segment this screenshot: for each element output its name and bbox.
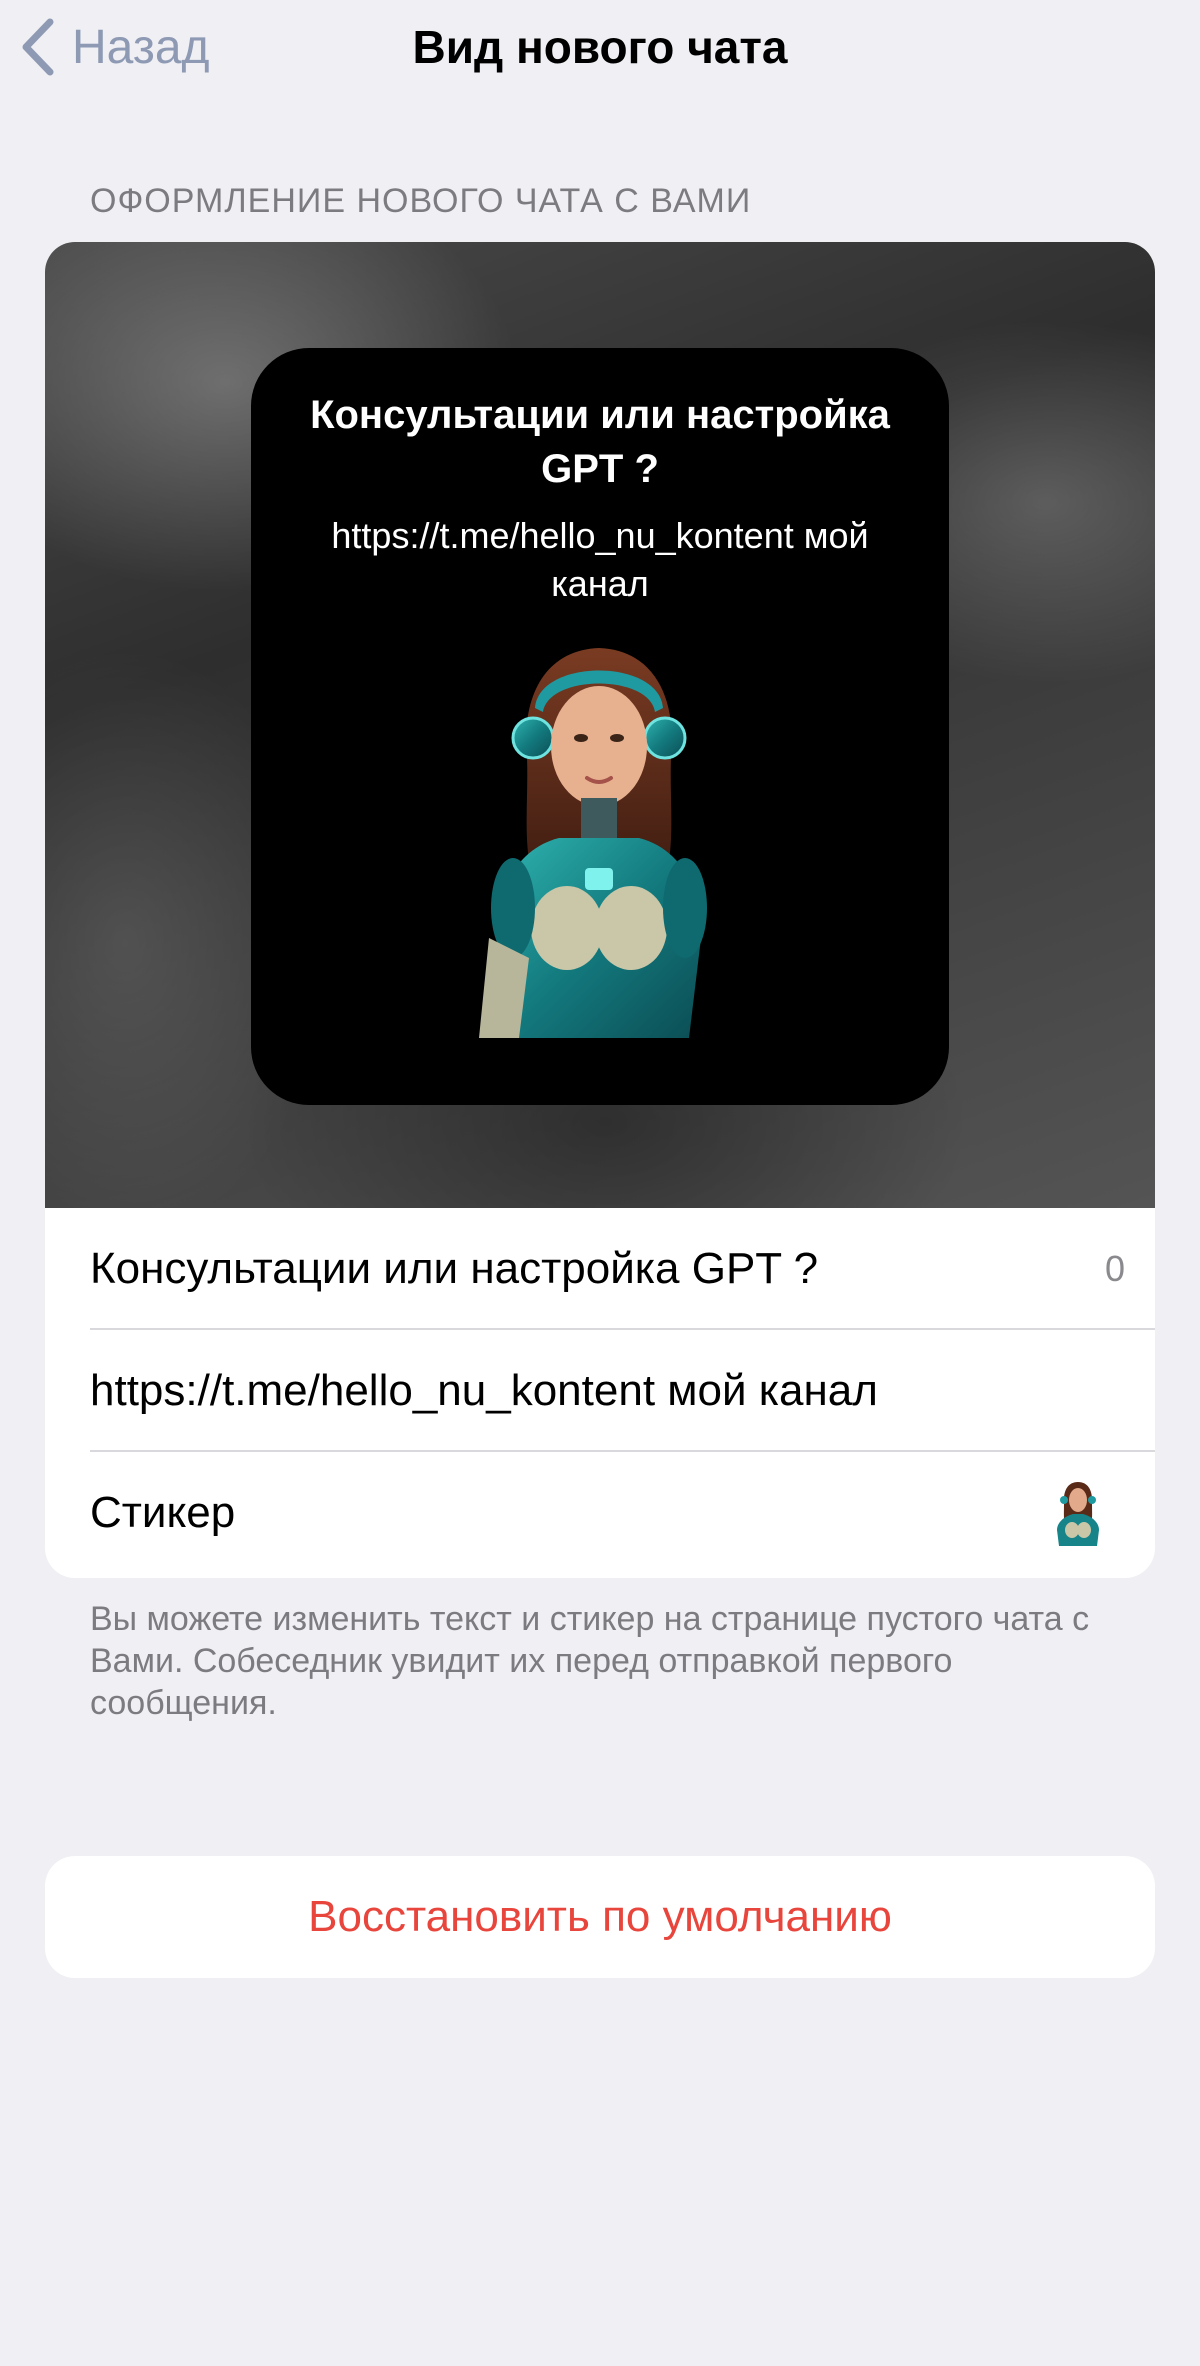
preview-bubble: Консультации или настройка GPT ? https:/… (251, 348, 949, 1105)
text-input[interactable]: https://t.me/hello_nu_kontent мой канал (90, 1330, 878, 1452)
page-title: Вид нового чата (412, 21, 788, 73)
chat-preview: Консультации или настройка GPT ? https:/… (45, 242, 1155, 1208)
footer-note: Вы можете изменить текст и стикер на стр… (90, 1600, 1090, 1722)
preview-title: Консультации или настройка GPT ? (310, 393, 890, 491)
text-field-row[interactable]: https://t.me/hello_nu_kontent мой канал (45, 1330, 1155, 1452)
sticker-thumbnail-icon[interactable] (1051, 1480, 1105, 1546)
sticker-row[interactable]: Стикер (45, 1452, 1155, 1574)
navigation-bar: Назад Вид нового чата (0, 0, 1200, 96)
title-field-row[interactable]: Консультации или настройка GPT ? 0 (45, 1208, 1155, 1330)
settings-card: Консультации или настройка GPT ? https:/… (45, 242, 1155, 1578)
section-header: ОФОРМЛЕНИЕ НОВОГО ЧАТА С ВАМИ (90, 182, 752, 220)
title-input[interactable]: Консультации или настройка GPT ? (90, 1208, 818, 1330)
reset-default-button[interactable]: Восстановить по умолчанию (45, 1856, 1155, 1978)
title-char-counter: 0 (1104, 1248, 1125, 1289)
sticker-label: Стикер (90, 1488, 236, 1537)
preview-text: https://t.me/hello_nu_kontent мой канал (331, 515, 869, 604)
sticker-girl-icon (479, 648, 707, 1038)
